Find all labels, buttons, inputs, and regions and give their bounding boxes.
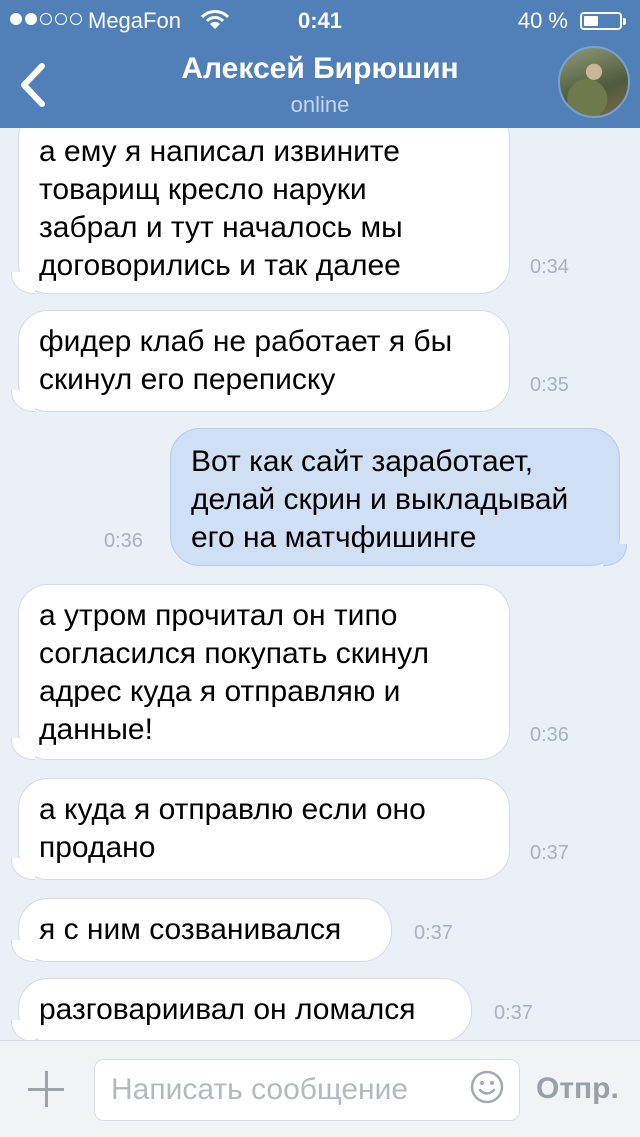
incoming-message[interactable]: а утром прочитал он типо согласился поку… bbox=[11, 584, 510, 760]
message-line: фидер клаб не работает я бы bbox=[39, 325, 453, 358]
message-line: его на матчфишинге bbox=[191, 521, 477, 554]
message-time: 0:37 bbox=[494, 1002, 533, 1024]
status-bar: MegaFon 0:41 40 % bbox=[0, 0, 640, 40]
message-line: я с ним созванивался bbox=[39, 913, 342, 946]
avatar[interactable] bbox=[558, 46, 630, 118]
message-input[interactable]: Написать сообщение bbox=[94, 1059, 520, 1121]
smiley-icon[interactable] bbox=[470, 1070, 504, 1104]
online-status: online bbox=[290, 92, 350, 117]
message-line: адрес куда я отправляю и bbox=[39, 675, 401, 708]
message-line: скинул его переписку bbox=[39, 363, 336, 396]
message-line: разговариивал он ломался bbox=[39, 993, 416, 1026]
message-time: 0:36 bbox=[530, 724, 569, 746]
incoming-message[interactable]: фидер клаб не работает я бы скинул его п… bbox=[11, 310, 510, 412]
plus-icon[interactable] bbox=[28, 1071, 64, 1107]
message-line: забрал и тут началось мы bbox=[39, 211, 403, 244]
message-time: 0:34 bbox=[530, 256, 569, 278]
message-line: а ему я написал извините bbox=[39, 135, 400, 168]
top-bar: MegaFon 0:41 40 % Алексей Бирюшин online bbox=[0, 0, 640, 128]
message-list[interactable]: а ему я написал извините товарищ кресло … bbox=[0, 128, 640, 1040]
send-button[interactable]: Отпр. bbox=[536, 1072, 619, 1106]
message-line: согласился покупать скинул bbox=[39, 637, 429, 670]
message-line: Вот как сайт заработает, bbox=[191, 445, 534, 478]
message-time: 0:37 bbox=[414, 922, 453, 944]
contact-name[interactable]: Алексей Бирюшин bbox=[0, 52, 640, 86]
battery-percentage: 40 % bbox=[517, 8, 568, 33]
message-line: данные! bbox=[39, 713, 153, 746]
incoming-message[interactable]: а куда я отправлю если оно продано bbox=[11, 778, 510, 880]
message-line: продано bbox=[39, 831, 156, 864]
outgoing-message[interactable]: Вот как сайт заработает, делай скрин и в… bbox=[170, 428, 627, 566]
navigation-bar: Алексей Бирюшин online bbox=[0, 40, 640, 128]
incoming-message[interactable]: разговариивал он ломался bbox=[11, 978, 472, 1040]
message-line: а утром прочитал он типо bbox=[39, 599, 398, 632]
incoming-message[interactable]: а ему я написал извините товарищ кресло … bbox=[11, 128, 510, 294]
message-time: 0:35 bbox=[530, 374, 569, 396]
battery-icon bbox=[580, 12, 626, 30]
message-line: а куда я отправлю если оно bbox=[39, 793, 426, 826]
incoming-message[interactable]: я с ним созванивался bbox=[11, 898, 392, 962]
message-line: делай скрин и выкладывай bbox=[191, 483, 569, 516]
message-time: 0:37 bbox=[530, 842, 569, 864]
message-input-placeholder: Написать сообщение bbox=[111, 1073, 409, 1106]
message-line: договорились и так далее bbox=[39, 249, 401, 282]
message-line: товарищ кресло наруки bbox=[39, 173, 367, 206]
message-time: 0:36 bbox=[104, 530, 143, 552]
